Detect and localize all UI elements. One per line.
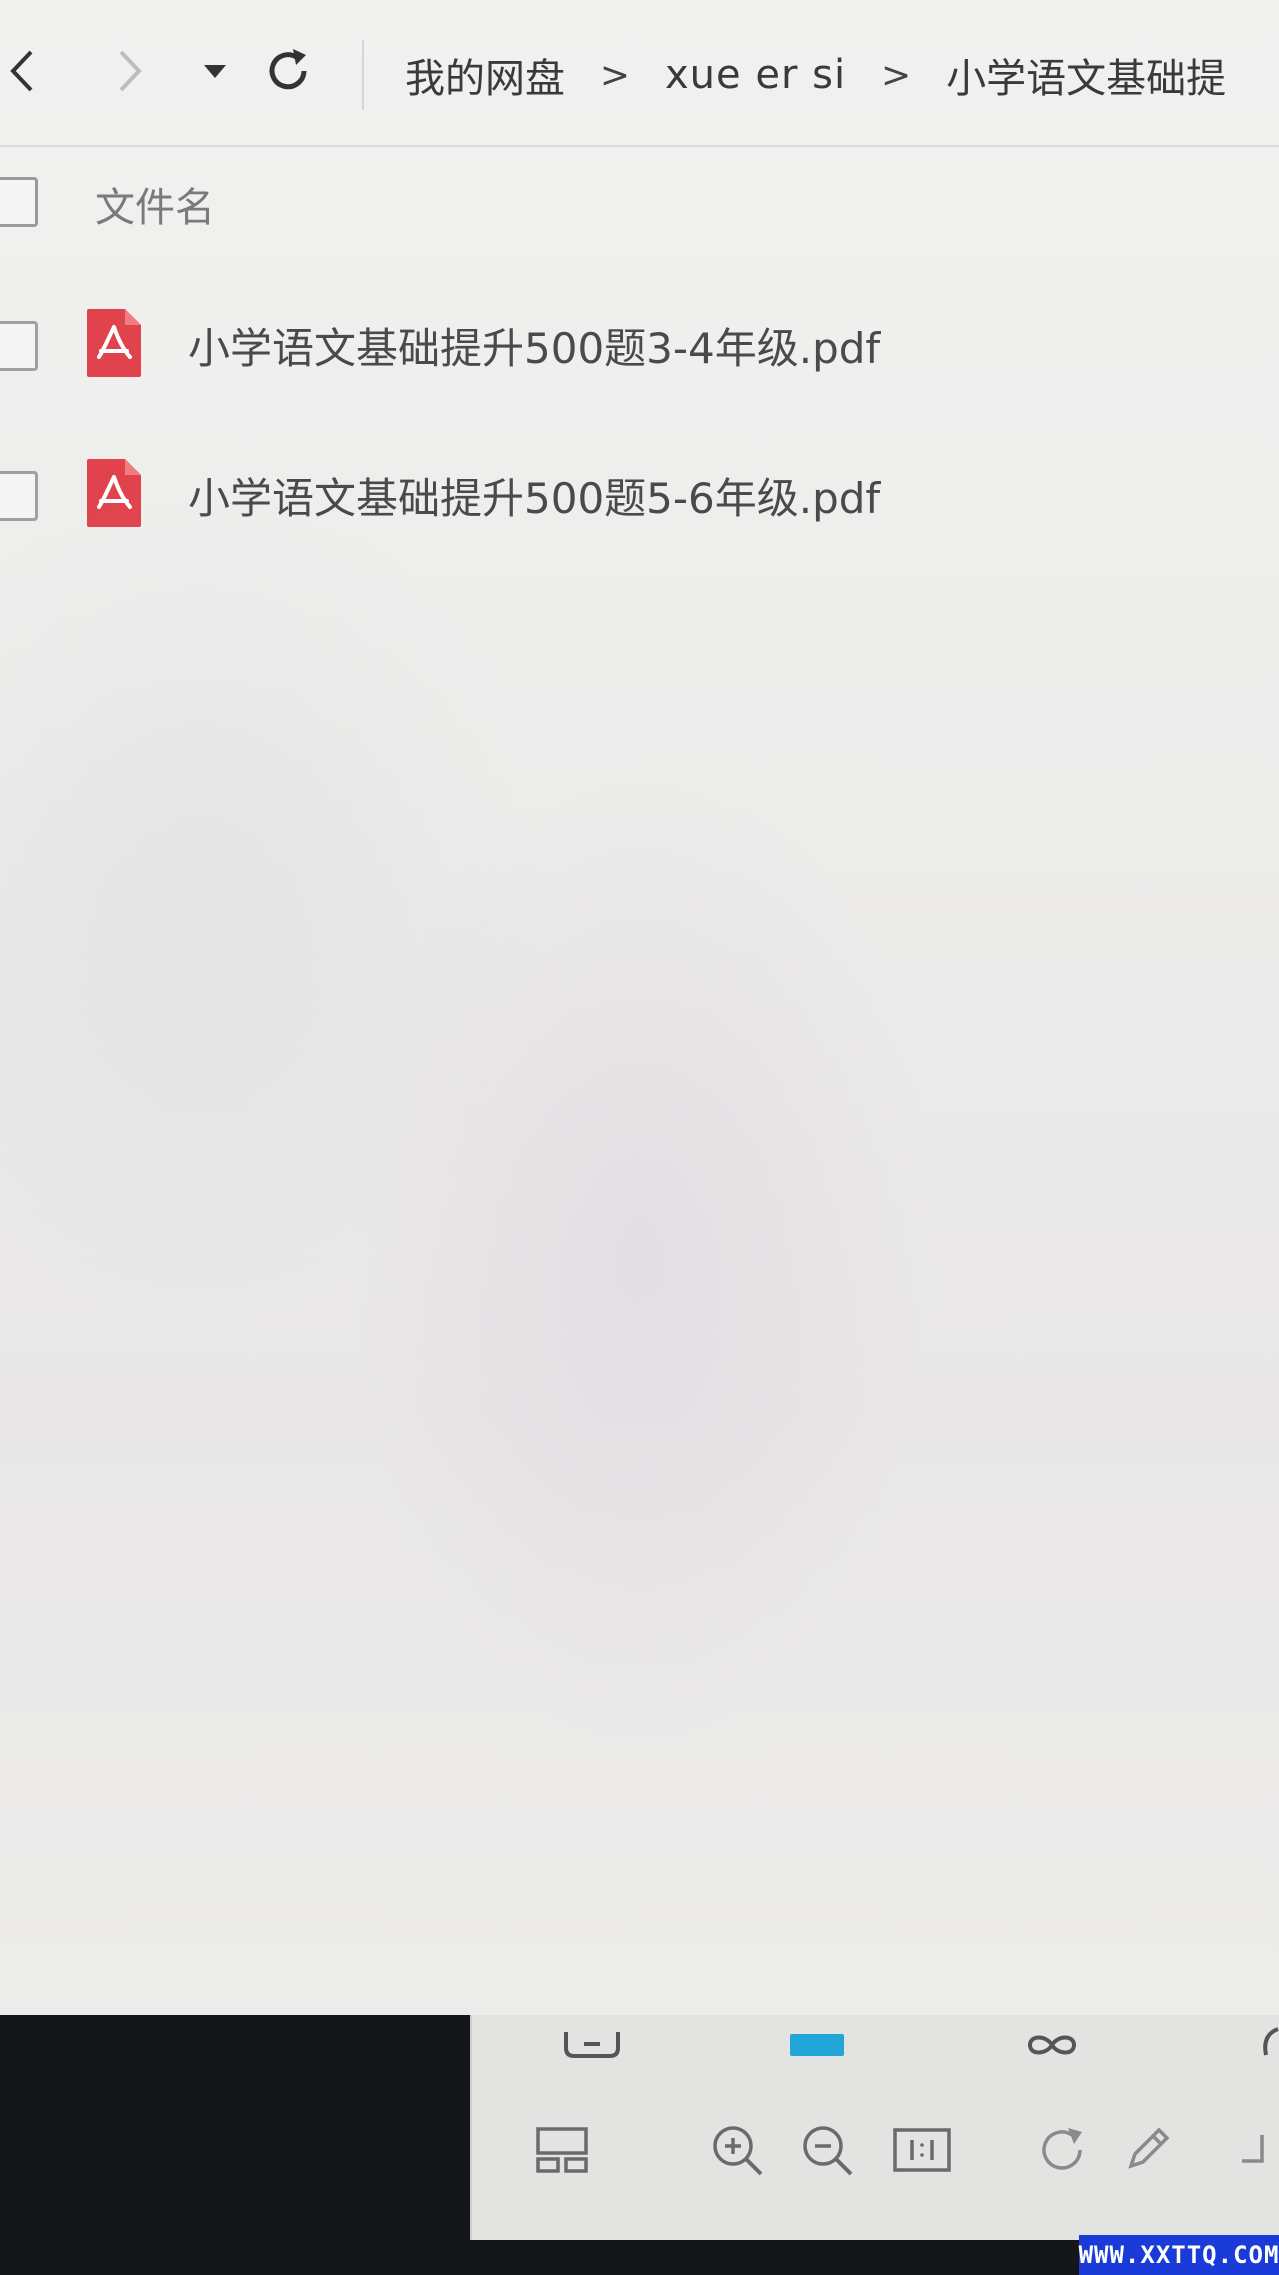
- watermark: WWW.XXTTQ.COM: [1079, 2235, 1279, 2275]
- file-name[interactable]: 小学语文基础提升500题5-6年级.pdf: [188, 465, 880, 526]
- select-all-checkbox[interactable]: [0, 177, 38, 227]
- pdf-icon: [87, 309, 141, 377]
- zoom-out-icon: [803, 2126, 853, 2176]
- refresh-button[interactable]: [258, 36, 318, 106]
- active-tab-marker: [790, 2034, 844, 2056]
- infinity-icon: [1027, 2035, 1077, 2055]
- file-browser-window: 我的网盘 > xue er si > 小学语文基础提 文件名 小学语文基础提升5…: [0, 0, 1279, 2015]
- edit-icon: [1128, 2127, 1170, 2169]
- breadcrumb-separator: >: [599, 54, 631, 96]
- continuous-view-button[interactable]: [1017, 2015, 1087, 2075]
- more-button[interactable]: [1217, 2115, 1279, 2185]
- active-view-indicator[interactable]: [787, 2015, 847, 2075]
- forward-button[interactable]: [100, 36, 160, 106]
- chevron-left-icon: [10, 50, 33, 92]
- breadcrumb-item-current[interactable]: 小学语文基础提: [946, 46, 1226, 104]
- file-row[interactable]: 小学语文基础提升500题5-6年级.pdf: [0, 425, 1279, 565]
- breadcrumb-separator: >: [880, 54, 912, 96]
- file-checkbox[interactable]: [0, 321, 38, 371]
- thumbnail-icon: [564, 2032, 620, 2058]
- zoom-out-button[interactable]: [792, 2115, 862, 2185]
- caret-down-icon: [204, 65, 226, 78]
- actual-size-button[interactable]: [887, 2115, 957, 2185]
- page-layout-button[interactable]: [527, 2115, 597, 2185]
- breadcrumb: 我的网盘 > xue er si > 小学语文基础提: [405, 40, 1226, 110]
- navigation-toolbar: 我的网盘 > xue er si > 小学语文基础提: [0, 0, 1279, 147]
- layout-icon: [536, 2127, 588, 2173]
- file-row[interactable]: 小学语文基础提升500题3-4年级.pdf: [0, 275, 1279, 415]
- back-button[interactable]: [0, 36, 52, 106]
- more-icon: [1242, 2135, 1264, 2163]
- screen: 我的网盘 > xue er si > 小学语文基础提 文件名 小学语文基础提升5…: [0, 0, 1279, 2275]
- rotate-icon: [1042, 2128, 1082, 2170]
- document-viewer-toolbar: [470, 2015, 1279, 2240]
- pdf-icon: [87, 459, 141, 527]
- breadcrumb-item-folder[interactable]: xue er si: [665, 52, 846, 98]
- rotate-button[interactable]: [1027, 2115, 1097, 2185]
- history-dropdown-button[interactable]: [185, 36, 245, 106]
- file-list-header: 文件名: [0, 145, 1279, 255]
- breadcrumb-item-my-drive[interactable]: 我的网盘: [405, 46, 565, 104]
- refresh-icon: [269, 49, 307, 90]
- file-name[interactable]: 小学语文基础提升500题3-4年级.pdf: [188, 315, 880, 376]
- zoom-in-icon: [713, 2126, 763, 2176]
- actual-size-icon: [893, 2128, 951, 2172]
- file-checkbox[interactable]: [0, 471, 38, 521]
- edit-button[interactable]: [1112, 2115, 1182, 2185]
- chevron-right-icon: [119, 50, 142, 92]
- partial-view-button[interactable]: [1242, 2015, 1279, 2075]
- partial-icon: [1263, 2027, 1279, 2056]
- thumbnail-view-button[interactable]: [557, 2015, 627, 2075]
- zoom-in-button[interactable]: [702, 2115, 772, 2185]
- column-header-filename[interactable]: 文件名: [95, 175, 215, 233]
- toolbar-divider: [362, 40, 364, 110]
